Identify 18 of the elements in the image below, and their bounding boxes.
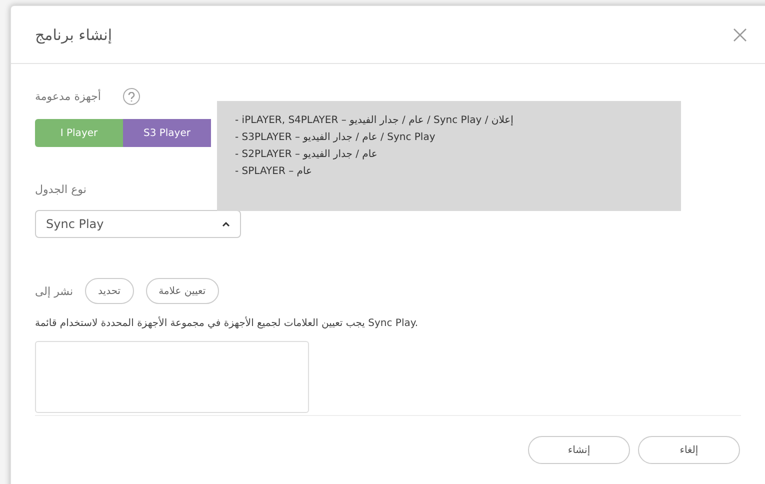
close-icon[interactable]	[733, 28, 747, 42]
player-tab[interactable]: S3 Player	[123, 119, 211, 147]
note-text: يجب تعيين العلامات لجميع الأجهزة في مجموعة الأجهزة المحددة لاستخدام قائمة Sync Play.	[35, 318, 420, 329]
field-label: أجهزة مدعومة	[35, 90, 101, 103]
tooltip-line: - S2PLAYER – عام / جدار الفيديو	[235, 149, 378, 160]
tooltip-line: - S3PLAYER – عام / جدار الفيديو / Sync Play	[235, 132, 436, 143]
publish-button[interactable]: تحديد	[85, 278, 134, 304]
dialog-title: إنشاء برنامج	[35, 26, 112, 44]
help-icon[interactable]	[122, 88, 140, 105]
field-label: نشر إلى	[35, 284, 74, 298]
footer-button[interactable]: إلغاء	[638, 436, 740, 464]
tooltip-line: - iPLAYER, S4PLAYER – عام / جدار الفيديو / Sync Play / إعلان	[235, 115, 514, 126]
publish-button[interactable]: تعيين علامة	[146, 278, 219, 304]
footer-button[interactable]: إنشاء	[528, 436, 630, 464]
field-label: نوع الجدول	[35, 183, 88, 196]
device-list-field[interactable]	[35, 341, 309, 413]
tooltip-line: - SPLAYER – عام	[235, 166, 313, 177]
schedule-type-select[interactable]: Sync Play	[35, 210, 241, 238]
